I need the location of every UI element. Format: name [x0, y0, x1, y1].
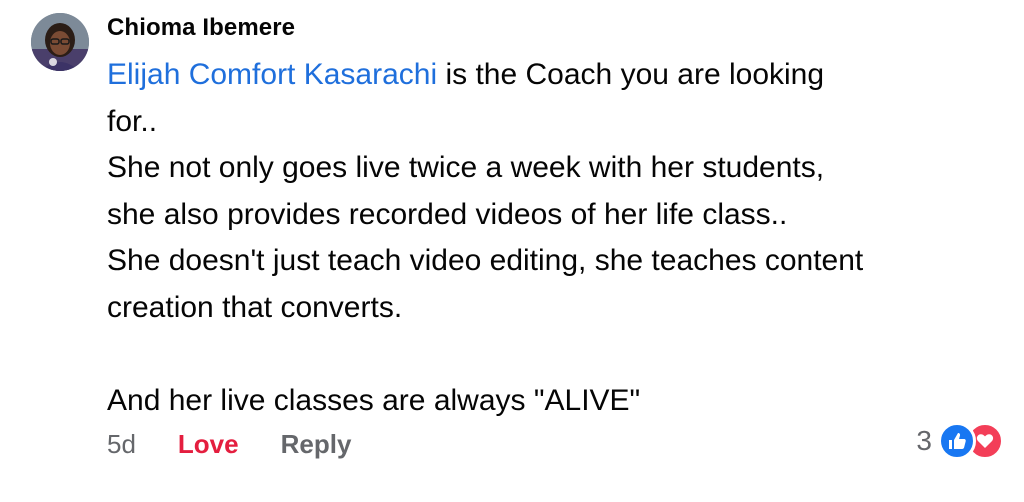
reactions-summary[interactable]: 3 — [916, 422, 1004, 460]
timestamp[interactable]: 5d — [107, 428, 136, 460]
like-icon — [938, 422, 976, 460]
reaction-count: 3 — [916, 425, 932, 456]
comment: Chioma Ibemere Elijah Comfort Kasarachi … — [0, 0, 1024, 502]
comment-line: And her live classes are always "ALIVE" — [107, 383, 641, 417]
love-button[interactable]: Love — [178, 428, 239, 460]
comment-actions: 5d Love Reply — [107, 428, 351, 460]
comment-line: creation that converts. — [107, 290, 403, 324]
reply-button[interactable]: Reply — [281, 428, 352, 460]
comment-line: She not only goes live twice a week with… — [107, 151, 825, 184]
comment-line: for.. — [107, 104, 158, 138]
mention-link[interactable]: Elijah Comfort Kasarachi — [107, 58, 437, 91]
comment-line: she also provides recorded videos of her… — [107, 197, 788, 231]
avatar-photo — [31, 13, 89, 71]
comment-line: She doesn't just teach video editing, sh… — [107, 244, 864, 277]
comment-line: Elijah Comfort Kasarachi is the Coach yo… — [107, 52, 1007, 99]
comment-author[interactable]: Chioma Ibemere — [107, 14, 295, 42]
avatar[interactable] — [31, 13, 89, 71]
comment-text: is the Coach you are looking — [437, 58, 825, 91]
comment-body: Elijah Comfort Kasarachi is the Coach yo… — [107, 52, 1007, 424]
